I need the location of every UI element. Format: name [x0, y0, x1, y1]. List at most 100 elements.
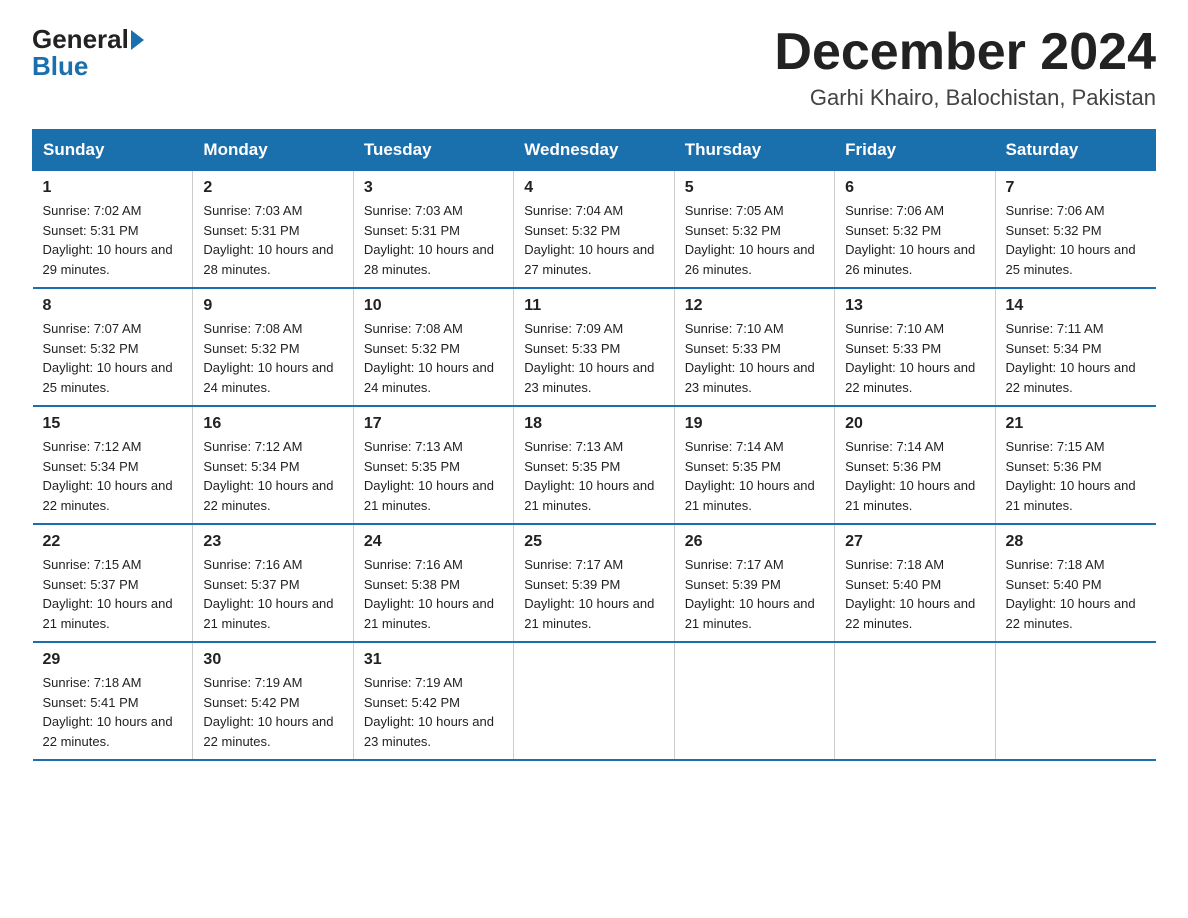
calendar-cell: 16Sunrise: 7:12 AMSunset: 5:34 PMDayligh… — [193, 406, 353, 524]
calendar-cell — [514, 642, 674, 760]
day-number: 9 — [203, 297, 342, 315]
day-number: 10 — [364, 297, 503, 315]
calendar-cell: 19Sunrise: 7:14 AMSunset: 5:35 PMDayligh… — [674, 406, 834, 524]
calendar-cell: 6 Sunrise: 7:06 AMSunset: 5:32 PMDaylight… — [835, 171, 995, 289]
day-number: 19 — [685, 415, 824, 433]
calendar-cell — [674, 642, 834, 760]
day-info: Sunrise: 7:16 AMSunset: 5:37 PMDaylight:… — [203, 555, 342, 633]
week-row-2: 8 Sunrise: 7:07 AMSunset: 5:32 PMDaylight… — [33, 288, 1156, 406]
calendar-cell: 10 Sunrise: 7:08 AMSunset: 5:32 PMDayligh… — [353, 288, 513, 406]
header-sunday: Sunday — [33, 130, 193, 171]
day-info: Sunrise: 7:08 AMSunset: 5:32 PMDaylight:… — [203, 319, 342, 397]
subtitle: Garhi Khairo, Balochistan, Pakistan — [774, 85, 1156, 111]
calendar-cell: 21 Sunrise: 7:15 AMSunset: 5:36 PMDayligh… — [995, 406, 1155, 524]
calendar-cell: 17 Sunrise: 7:13 AMSunset: 5:35 PMDayligh… — [353, 406, 513, 524]
calendar-cell: 7 Sunrise: 7:06 AMSunset: 5:32 PMDaylight… — [995, 171, 1155, 289]
calendar-cell: 20Sunrise: 7:14 AMSunset: 5:36 PMDayligh… — [835, 406, 995, 524]
day-number: 13 — [845, 297, 984, 315]
day-number: 21 — [1006, 415, 1146, 433]
day-number: 22 — [43, 533, 183, 551]
day-number: 30 — [203, 651, 342, 669]
calendar-cell — [995, 642, 1155, 760]
calendar-cell: 1Sunrise: 7:02 AMSunset: 5:31 PMDaylight… — [33, 171, 193, 289]
day-info: Sunrise: 7:13 AMSunset: 5:35 PMDaylight:… — [364, 437, 503, 515]
calendar-cell: 30Sunrise: 7:19 AMSunset: 5:42 PMDayligh… — [193, 642, 353, 760]
header-monday: Monday — [193, 130, 353, 171]
day-number: 28 — [1006, 533, 1146, 551]
day-info: Sunrise: 7:03 AMSunset: 5:31 PMDaylight:… — [203, 201, 342, 279]
logo-blue: Blue — [32, 51, 88, 81]
day-info: Sunrise: 7:11 AMSunset: 5:34 PMDaylight:… — [1006, 319, 1146, 397]
day-info: Sunrise: 7:15 AMSunset: 5:36 PMDaylight:… — [1006, 437, 1146, 515]
day-number: 31 — [364, 651, 503, 669]
day-number: 25 — [524, 533, 663, 551]
day-number: 16 — [203, 415, 342, 433]
calendar-cell — [835, 642, 995, 760]
title-block: December 2024 Garhi Khairo, Balochistan,… — [774, 24, 1156, 111]
calendar-cell: 3 Sunrise: 7:03 AMSunset: 5:31 PMDaylight… — [353, 171, 513, 289]
calendar-cell: 31 Sunrise: 7:19 AMSunset: 5:42 PMDayligh… — [353, 642, 513, 760]
day-number: 5 — [685, 179, 824, 197]
header-tuesday: Tuesday — [353, 130, 513, 171]
day-info: Sunrise: 7:09 AMSunset: 5:33 PMDaylight:… — [524, 319, 663, 397]
week-row-4: 22Sunrise: 7:15 AMSunset: 5:37 PMDayligh… — [33, 524, 1156, 642]
calendar-cell: 4 Sunrise: 7:04 AMSunset: 5:32 PMDaylight… — [514, 171, 674, 289]
calendar-cell: 25 Sunrise: 7:17 AMSunset: 5:39 PMDayligh… — [514, 524, 674, 642]
calendar-cell: 29 Sunrise: 7:18 AMSunset: 5:41 PMDayligh… — [33, 642, 193, 760]
day-info: Sunrise: 7:06 AMSunset: 5:32 PMDaylight:… — [845, 201, 984, 279]
week-row-5: 29 Sunrise: 7:18 AMSunset: 5:41 PMDayligh… — [33, 642, 1156, 760]
header-row: SundayMondayTuesdayWednesdayThursdayFrid… — [33, 130, 1156, 171]
day-info: Sunrise: 7:17 AMSunset: 5:39 PMDaylight:… — [524, 555, 663, 633]
day-number: 15 — [43, 415, 183, 433]
day-info: Sunrise: 7:05 AMSunset: 5:32 PMDaylight:… — [685, 201, 824, 279]
day-info: Sunrise: 7:12 AMSunset: 5:34 PMDaylight:… — [43, 437, 183, 515]
header-thursday: Thursday — [674, 130, 834, 171]
day-number: 14 — [1006, 297, 1146, 315]
day-info: Sunrise: 7:17 AMSunset: 5:39 PMDaylight:… — [685, 555, 824, 633]
day-info: Sunrise: 7:07 AMSunset: 5:32 PMDaylight:… — [43, 319, 183, 397]
week-row-1: 1Sunrise: 7:02 AMSunset: 5:31 PMDaylight… — [33, 171, 1156, 289]
day-info: Sunrise: 7:18 AMSunset: 5:41 PMDaylight:… — [43, 673, 183, 751]
calendar-cell: 13 Sunrise: 7:10 AMSunset: 5:33 PMDayligh… — [835, 288, 995, 406]
day-info: Sunrise: 7:18 AMSunset: 5:40 PMDaylight:… — [1006, 555, 1146, 633]
day-number: 27 — [845, 533, 984, 551]
day-info: Sunrise: 7:14 AMSunset: 5:36 PMDaylight:… — [845, 437, 984, 515]
day-number: 7 — [1006, 179, 1146, 197]
day-info: Sunrise: 7:10 AMSunset: 5:33 PMDaylight:… — [845, 319, 984, 397]
day-number: 8 — [43, 297, 183, 315]
day-info: Sunrise: 7:03 AMSunset: 5:31 PMDaylight:… — [364, 201, 503, 279]
day-number: 3 — [364, 179, 503, 197]
calendar-cell: 14 Sunrise: 7:11 AMSunset: 5:34 PMDayligh… — [995, 288, 1155, 406]
day-number: 2 — [203, 179, 342, 197]
day-info: Sunrise: 7:04 AMSunset: 5:32 PMDaylight:… — [524, 201, 663, 279]
day-number: 18 — [524, 415, 663, 433]
day-info: Sunrise: 7:06 AMSunset: 5:32 PMDaylight:… — [1006, 201, 1146, 279]
calendar-cell: 9 Sunrise: 7:08 AMSunset: 5:32 PMDaylight… — [193, 288, 353, 406]
day-info: Sunrise: 7:18 AMSunset: 5:40 PMDaylight:… — [845, 555, 984, 633]
calendar-cell: 5 Sunrise: 7:05 AMSunset: 5:32 PMDaylight… — [674, 171, 834, 289]
header-saturday: Saturday — [995, 130, 1155, 171]
calendar-cell: 15 Sunrise: 7:12 AMSunset: 5:34 PMDayligh… — [33, 406, 193, 524]
page-header: General Blue December 2024 Garhi Khairo,… — [32, 24, 1156, 111]
week-row-3: 15 Sunrise: 7:12 AMSunset: 5:34 PMDayligh… — [33, 406, 1156, 524]
day-number: 1 — [43, 179, 183, 197]
day-number: 11 — [524, 297, 663, 315]
calendar-cell: 18 Sunrise: 7:13 AMSunset: 5:35 PMDayligh… — [514, 406, 674, 524]
calendar-cell: 2 Sunrise: 7:03 AMSunset: 5:31 PMDaylight… — [193, 171, 353, 289]
calendar-cell: 12Sunrise: 7:10 AMSunset: 5:33 PMDayligh… — [674, 288, 834, 406]
day-number: 17 — [364, 415, 503, 433]
day-number: 4 — [524, 179, 663, 197]
calendar-cell: 8 Sunrise: 7:07 AMSunset: 5:32 PMDaylight… — [33, 288, 193, 406]
day-number: 29 — [43, 651, 183, 669]
day-info: Sunrise: 7:08 AMSunset: 5:32 PMDaylight:… — [364, 319, 503, 397]
calendar-cell: 24Sunrise: 7:16 AMSunset: 5:38 PMDayligh… — [353, 524, 513, 642]
day-info: Sunrise: 7:13 AMSunset: 5:35 PMDaylight:… — [524, 437, 663, 515]
calendar-cell: 27 Sunrise: 7:18 AMSunset: 5:40 PMDayligh… — [835, 524, 995, 642]
calendar-cell: 26Sunrise: 7:17 AMSunset: 5:39 PMDayligh… — [674, 524, 834, 642]
calendar-cell: 23Sunrise: 7:16 AMSunset: 5:37 PMDayligh… — [193, 524, 353, 642]
day-number: 6 — [845, 179, 984, 197]
calendar-body: 1Sunrise: 7:02 AMSunset: 5:31 PMDaylight… — [33, 171, 1156, 761]
calendar-cell: 28 Sunrise: 7:18 AMSunset: 5:40 PMDayligh… — [995, 524, 1155, 642]
day-info: Sunrise: 7:19 AMSunset: 5:42 PMDaylight:… — [364, 673, 503, 751]
logo: General Blue — [32, 24, 146, 82]
